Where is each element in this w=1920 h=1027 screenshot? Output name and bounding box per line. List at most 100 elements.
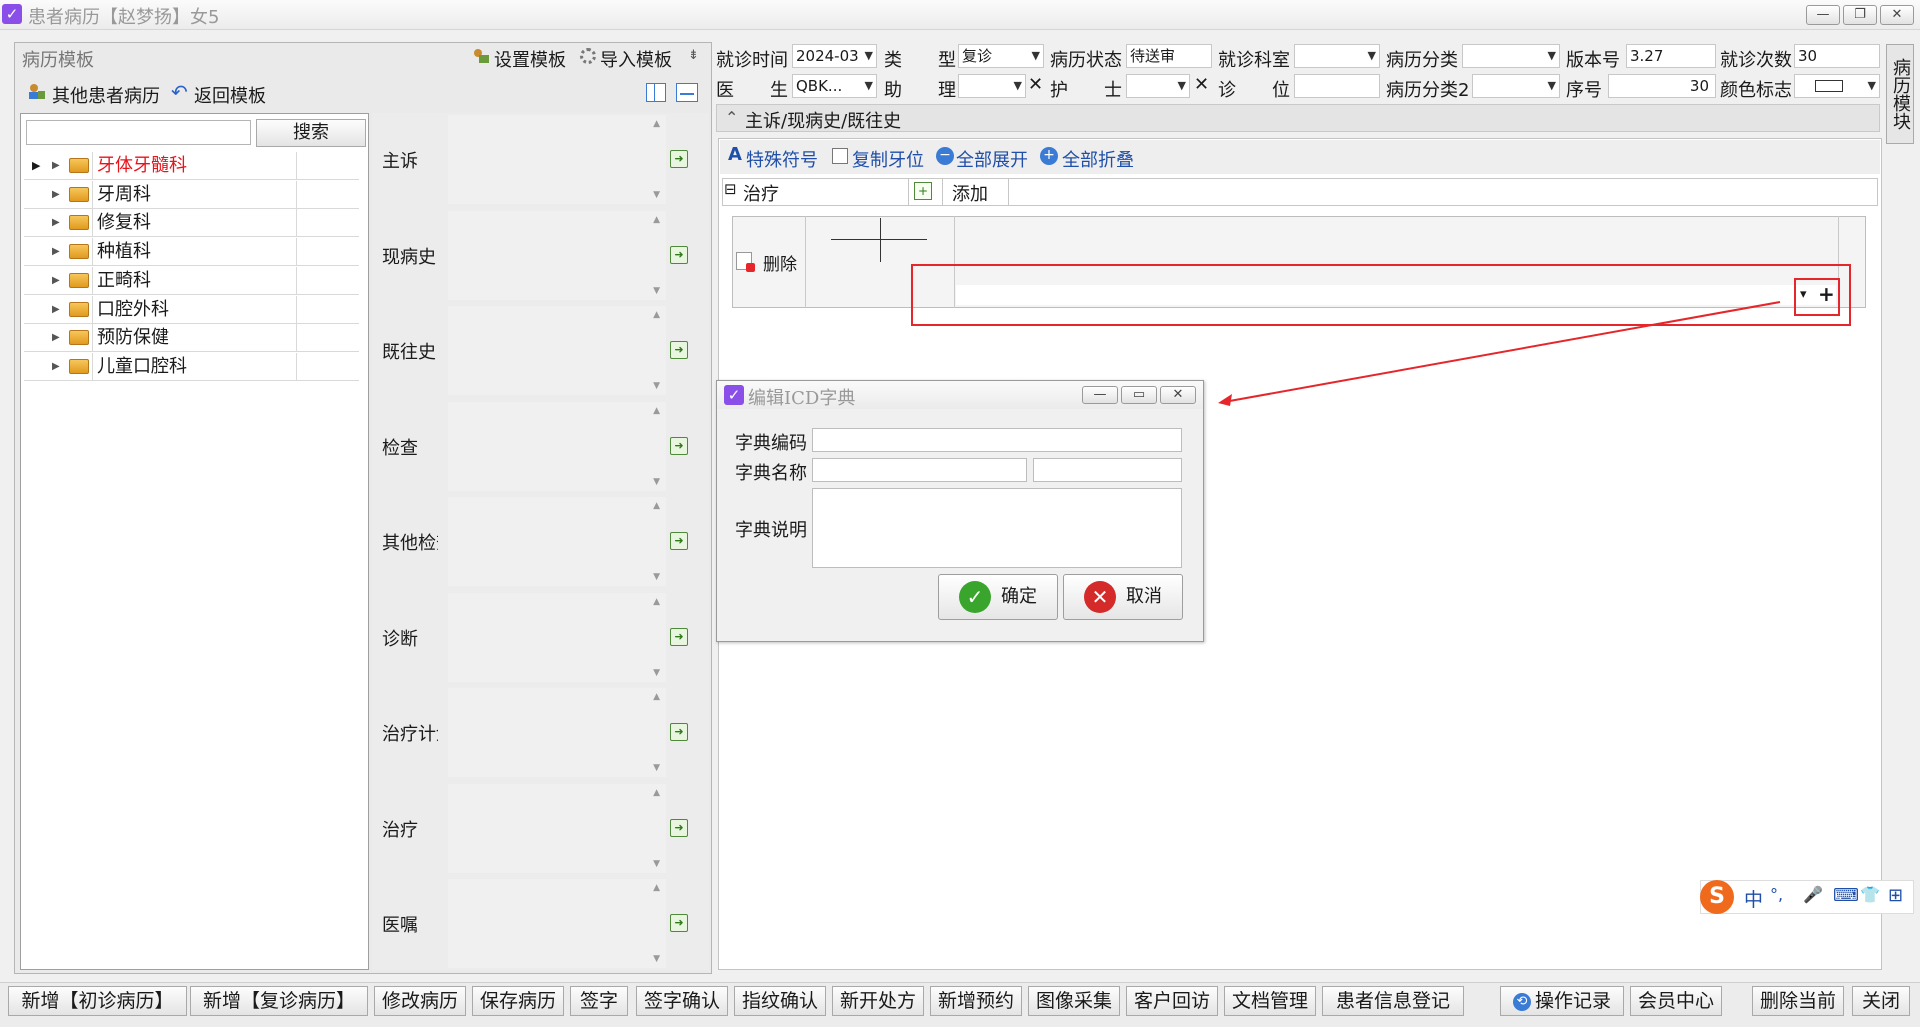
scroll-down-icon[interactable]: ▼: [653, 668, 660, 678]
clear-assistant-icon[interactable]: ✕: [1028, 74, 1043, 95]
scroll-up-icon[interactable]: ▲: [653, 692, 660, 702]
field-textarea[interactable]: ▲ ▼: [448, 879, 666, 968]
bottom-button[interactable]: 客户回访: [1126, 986, 1218, 1016]
scroll-up-icon[interactable]: ▲: [653, 883, 660, 893]
toolbox-icon[interactable]: ⊞: [1888, 885, 1903, 906]
seq-field[interactable]: 30: [1608, 74, 1716, 98]
collapse-icon[interactable]: ⌃: [725, 108, 738, 127]
insert-template-icon[interactable]: ➜: [670, 245, 688, 264]
bottom-button[interactable]: 指纹确认: [734, 986, 826, 1016]
clear-nurse-icon[interactable]: ✕: [1194, 74, 1209, 95]
special-symbols-button[interactable]: 特殊符号: [746, 146, 818, 172]
expand-arrow-icon[interactable]: ▶: [52, 209, 60, 236]
tree-item[interactable]: ▶ 儿童口腔科: [24, 352, 359, 381]
delete-treatment-button[interactable]: 删除: [763, 250, 797, 275]
insert-template-icon[interactable]: ➜: [670, 627, 688, 646]
category-select[interactable]: ▼: [1462, 44, 1560, 68]
bottom-button[interactable]: 新增预约: [930, 986, 1022, 1016]
maximize-button[interactable]: ❐: [1843, 5, 1877, 25]
visits-field[interactable]: 30: [1794, 44, 1880, 68]
expand-arrow-icon[interactable]: ▶: [52, 353, 60, 380]
scroll-down-icon[interactable]: ▼: [653, 190, 660, 200]
bottom-button[interactable]: 签字: [570, 986, 628, 1016]
expand-arrow-icon[interactable]: ▶: [52, 267, 60, 294]
scroll-up-icon[interactable]: ▲: [653, 406, 660, 416]
scroll-up-icon[interactable]: ▲: [653, 310, 660, 320]
insert-template-icon[interactable]: ➜: [670, 436, 688, 455]
layout-collapse-icon[interactable]: [676, 83, 698, 102]
bottom-button[interactable]: 患者信息登记: [1322, 986, 1464, 1016]
dict-desc-textarea[interactable]: [812, 488, 1182, 568]
tree-item[interactable]: ▶ 口腔外科: [24, 295, 359, 324]
skin-icon[interactable]: 👕: [1860, 885, 1880, 904]
scroll-down-icon[interactable]: ▼: [653, 477, 660, 487]
expand-all-button[interactable]: 全部展开: [956, 146, 1028, 172]
search-button[interactable]: 搜索: [256, 119, 366, 147]
bottom-button[interactable]: 签字确认: [636, 986, 728, 1016]
field-textarea[interactable]: ▲ ▼: [448, 783, 666, 873]
insert-template-icon[interactable]: ➜: [670, 150, 688, 168]
add-treatment-button[interactable]: 添加: [952, 180, 988, 206]
scroll-down-icon[interactable]: ▼: [653, 763, 660, 773]
dialog-close-button[interactable]: ✕: [1160, 386, 1196, 404]
scroll-down-icon[interactable]: ▼: [653, 859, 660, 869]
assistant-select[interactable]: ▼: [958, 74, 1026, 98]
dict-code-input[interactable]: [812, 428, 1182, 452]
nurse-select[interactable]: ▼: [1126, 74, 1190, 98]
minimize-button[interactable]: —: [1806, 5, 1840, 25]
color-select[interactable]: ▼: [1794, 74, 1880, 98]
expand-arrow-icon[interactable]: ▶: [52, 181, 60, 208]
bottom-button[interactable]: 关闭: [1852, 986, 1910, 1016]
scroll-up-icon[interactable]: ▲: [653, 501, 660, 511]
status-field[interactable]: 待送审: [1126, 44, 1212, 68]
bottom-button[interactable]: 删除当前: [1752, 986, 1844, 1016]
copy-tooth-button[interactable]: 复制牙位: [852, 146, 924, 172]
insert-template-icon[interactable]: ➜: [670, 532, 688, 550]
import-template-button[interactable]: 导入模板: [600, 46, 672, 72]
layout-split-icon[interactable]: [646, 83, 666, 102]
insert-template-icon[interactable]: ➜: [670, 914, 688, 932]
bottom-button[interactable]: 文档管理: [1224, 986, 1316, 1016]
scroll-up-icon[interactable]: ▲: [653, 788, 660, 798]
dialog-maximize-button[interactable]: ▭: [1121, 386, 1157, 404]
tree-item[interactable]: ▶ 预防保健: [24, 324, 359, 353]
category2-select[interactable]: ▼: [1472, 74, 1560, 98]
back-template-button[interactable]: 返回模板: [194, 82, 266, 108]
other-records-button[interactable]: 其他患者病历: [52, 82, 160, 108]
scroll-down-icon[interactable]: ▼: [653, 286, 660, 296]
ok-button[interactable]: ✓ 确定: [938, 574, 1058, 620]
scroll-up-icon[interactable]: ▲: [653, 119, 660, 129]
keyboard-icon[interactable]: ⌨: [1833, 885, 1859, 906]
expand-arrow-icon[interactable]: ▶: [52, 238, 60, 265]
microphone-icon[interactable]: 🎤: [1803, 885, 1823, 904]
bottom-button[interactable]: 新增【初诊病历】: [8, 986, 187, 1016]
close-window-button[interactable]: ✕: [1880, 5, 1914, 25]
tree-item[interactable]: ▶ 种植科: [24, 238, 359, 267]
type-select[interactable]: 复诊 ▼: [958, 44, 1044, 68]
bottom-button[interactable]: 保存病历: [472, 986, 564, 1016]
field-textarea[interactable]: ▲ ▼: [448, 497, 666, 586]
field-textarea[interactable]: ▲ ▼: [448, 210, 666, 300]
scroll-up-icon[interactable]: ▲: [653, 215, 660, 225]
insert-template-icon[interactable]: ➜: [670, 341, 688, 359]
scroll-up-icon[interactable]: ▲: [653, 597, 660, 607]
tree-item[interactable]: ▶ 正畸科: [24, 266, 359, 295]
bottom-button[interactable]: 图像采集: [1028, 986, 1120, 1016]
ime-lang-toggle[interactable]: 中: [1744, 885, 1763, 912]
insert-template-icon[interactable]: ➜: [670, 723, 688, 741]
field-textarea[interactable]: ▲ ▼: [448, 688, 666, 777]
field-textarea[interactable]: ▲ ▼: [448, 592, 666, 682]
treatment-expand-icon[interactable]: ⊟: [724, 180, 737, 198]
visit-time-field[interactable]: 2024-03 ▼: [792, 44, 877, 68]
dict-name-input[interactable]: [812, 458, 1027, 482]
record-module-tab[interactable]: 病历模块: [1886, 44, 1914, 144]
sogou-logo-icon[interactable]: S: [1700, 880, 1734, 914]
bottom-button[interactable]: ⟲ 操作记录: [1500, 986, 1624, 1016]
tree-item[interactable]: ▶ ▶ 牙体牙髓科: [24, 152, 359, 180]
version-field[interactable]: 3.27: [1626, 44, 1716, 68]
bottom-button[interactable]: 会员中心: [1630, 986, 1722, 1016]
tree-item[interactable]: ▶ 牙周科: [24, 180, 359, 209]
expand-arrow-icon[interactable]: ▶: [52, 152, 60, 179]
dialog-minimize-button[interactable]: —: [1082, 386, 1118, 404]
ime-punct-icon[interactable]: °,: [1770, 885, 1783, 904]
